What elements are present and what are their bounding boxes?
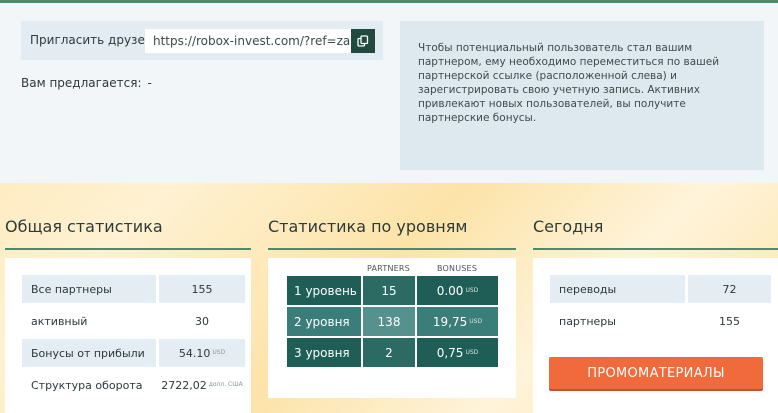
table-row: 2 уровня 138 19,75 USD (287, 307, 498, 338)
offered-value: - (147, 76, 152, 90)
unit-label: долл. США (208, 380, 243, 388)
general-stats-card: Все партнеры 155 активный 30 Бонусы от п… (5, 258, 251, 413)
copy-link-button[interactable] (351, 29, 375, 53)
referral-panel: Пригласить друзей: Вам предлагается:- Чт… (0, 0, 778, 183)
promo-materials-button[interactable]: ПРОМОМАТЕРИАЛЫ (549, 357, 763, 389)
info-box: Чтобы потенциальный пользователь стал ва… (400, 21, 764, 170)
stat-label: переводы (550, 275, 685, 307)
stat-label: активный (22, 307, 156, 339)
unit-label: USD (212, 348, 226, 356)
stat-label: Бонусы от прибыли (22, 339, 156, 371)
bonuses-column-header: BONUSES (437, 264, 478, 273)
level-name: 1 уровень (287, 276, 361, 307)
table-row: переводы 72 (550, 275, 771, 307)
table-row: Структура оборота 2722,02 долл. США (22, 371, 245, 403)
stat-value: 30 (156, 307, 245, 339)
referral-link-input[interactable] (145, 29, 353, 53)
offered-line: Вам предлагается: - (21, 76, 152, 90)
level-stats-table: 1 уровень 15 0.00 USD 2 уровня 138 19,75 U… (287, 276, 498, 369)
table-row: Бонусы от прибыли 54.10 USD (22, 339, 245, 371)
table-row: партнеры 155 (550, 307, 771, 339)
invite-row: Пригласить друзей: (21, 21, 383, 60)
today-card: переводы 72 партнеры 155 (533, 258, 778, 413)
today-divider (533, 248, 778, 250)
stat-value: 72 (685, 275, 771, 307)
stat-label: Структура оборота (22, 371, 156, 403)
unit-label: USD (465, 348, 479, 356)
copy-icon (357, 35, 369, 47)
level-partners: 15 (361, 276, 415, 307)
offered-label: Вам предлагается: (21, 76, 142, 90)
stat-value: 155 (685, 307, 771, 339)
stat-value: 2722,02 долл. США (156, 371, 245, 403)
level-partners: 138 (361, 307, 415, 338)
partners-column-header: PARTNERS (367, 264, 410, 273)
today-stats-table: переводы 72 партнеры 155 (550, 275, 771, 339)
stat-label: Все партнеры (22, 275, 156, 307)
table-row: активный 30 (22, 307, 245, 339)
level-stats-title: Статистика по уровням (268, 217, 468, 236)
level-bonus: 19,75 USD (415, 307, 498, 338)
unit-label: USD (465, 286, 479, 294)
level-stats-divider (268, 248, 516, 250)
stat-value: 155 (156, 275, 245, 307)
today-title: Сегодня (533, 217, 604, 236)
table-row: Все партнеры 155 (22, 275, 245, 307)
invite-label: Пригласить друзей: (30, 33, 157, 47)
level-bonus: 0.00 USD (415, 276, 498, 307)
level-partners: 2 (361, 338, 415, 369)
level-name: 2 уровня (287, 307, 361, 338)
general-stats-divider (5, 248, 251, 250)
table-row: 3 уровня 2 0,75 USD (287, 338, 498, 369)
level-bonus: 0,75 USD (415, 338, 498, 369)
unit-label: USD (469, 317, 483, 325)
general-stats-title: Общая статистика (5, 217, 163, 236)
stat-label: партнеры (550, 307, 685, 339)
stat-value: 54.10 USD (156, 339, 245, 371)
table-row: 1 уровень 15 0.00 USD (287, 276, 498, 307)
general-stats-table: Все партнеры 155 активный 30 Бонусы от п… (22, 275, 245, 403)
level-name: 3 уровня (287, 338, 361, 369)
